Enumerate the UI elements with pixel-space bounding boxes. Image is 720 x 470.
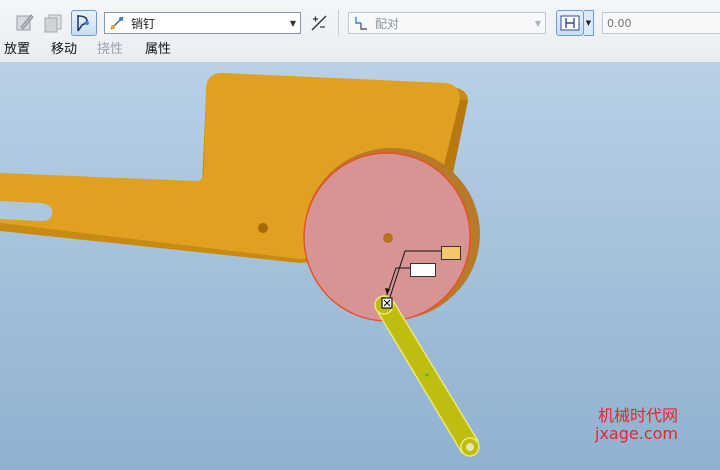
connection-type-dropdown[interactable]: 销钉 ▼ <box>104 12 301 34</box>
chevron-down-icon[interactable]: ▼ <box>531 13 545 33</box>
watermark-site-name: 机械时代网 <box>597 406 678 425</box>
edit-icon[interactable] <box>12 10 38 36</box>
mate-constraint-icon <box>353 15 369 31</box>
toolbar-divider <box>338 10 339 36</box>
chevron-down-icon[interactable]: ▼ <box>286 13 300 33</box>
tab-flexibility[interactable]: 挠性 <box>97 42 123 58</box>
flip-direction-icon[interactable] <box>306 10 332 36</box>
offset-type-chevron-icon[interactable]: ▼ <box>584 10 594 36</box>
watermark-url: jxage.com <box>595 424 678 443</box>
link-arm[interactable] <box>374 295 480 457</box>
surface-label-tag <box>410 263 436 277</box>
copy-icon[interactable] <box>40 10 66 36</box>
constraint-type-value: 配对 <box>375 16 400 31</box>
offset-value-input[interactable] <box>602 12 720 34</box>
dashboard-toolbar: 销钉 ▼ 配对 ▼ ▼ 放置 移动 挠性 属性 <box>0 0 720 63</box>
constraint-type-dropdown[interactable]: 配对 ▼ <box>348 12 546 34</box>
offset-type-icon[interactable] <box>556 10 584 36</box>
model-viewport[interactable]: 机械时代网 jxage.com <box>0 63 720 470</box>
axis-label-tag <box>441 246 461 260</box>
connection-type-value: 销钉 <box>131 16 156 31</box>
mechanism-connection-icon[interactable] <box>71 10 97 36</box>
pin-icon <box>109 15 125 31</box>
tab-move[interactable]: 移动 <box>51 42 77 58</box>
tab-placement[interactable]: 放置 <box>4 42 30 58</box>
crank-disc[interactable] <box>303 148 480 322</box>
tab-properties[interactable]: 属性 <box>145 42 171 58</box>
